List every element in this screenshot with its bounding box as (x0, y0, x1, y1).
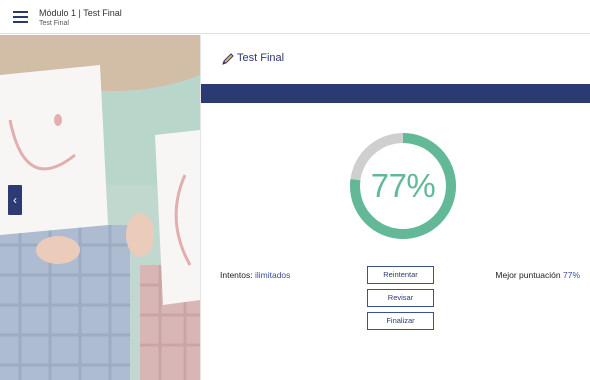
chevron-left-icon: ‹ (13, 193, 17, 207)
course-subtitle: Test Final (39, 20, 69, 27)
course-title: Módulo 1 | Test Final (39, 8, 122, 18)
page-title: Test Final (237, 52, 285, 64)
header-band (201, 84, 590, 103)
review-button[interactable]: Revisar (367, 289, 434, 307)
attempts-value: ilimitados (254, 270, 291, 280)
score-percentage: 77% (370, 167, 436, 204)
finish-button[interactable]: Finalizar (367, 312, 434, 330)
best-score-info: Mejor puntuación 77% (495, 270, 580, 280)
best-score-value: 77% (562, 270, 580, 280)
attempts-label: Intentos: (220, 270, 253, 280)
hamburger-menu-icon[interactable] (13, 11, 28, 23)
attempts-info: Intentos: ilimitados (220, 270, 290, 280)
pencil-icon (222, 53, 234, 65)
panel-header: Test Final (201, 35, 590, 84)
results-panel: Test Final 77% Intentos: ilimitados Rein… (200, 35, 590, 380)
hero-photo (0, 35, 200, 380)
retry-button[interactable]: Reintentar (367, 266, 434, 284)
back-button[interactable]: ‹ (8, 185, 22, 215)
best-score-label: Mejor puntuación (495, 270, 561, 280)
top-bar: Módulo 1 | Test Final Test Final (0, 0, 590, 34)
